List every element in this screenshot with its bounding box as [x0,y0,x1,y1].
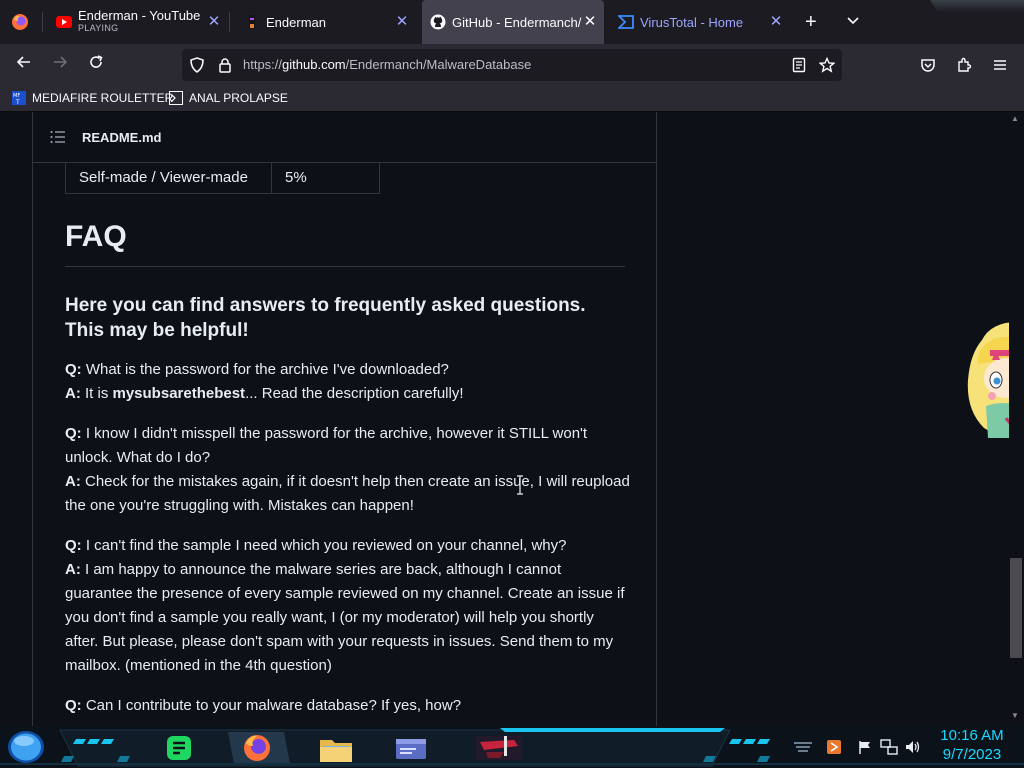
github-page-content: README.md Self-made / Viewer-made 5% FAQ… [0,112,1024,726]
os-taskbar: 10:16 AM 9/7/2023 [0,726,1024,768]
firefox-icon [244,735,270,761]
scroll-down-arrow-icon[interactable]: ▼ [1011,711,1019,720]
pocket-icon[interactable] [920,57,936,73]
arrow-right-icon [54,56,68,68]
readme-filename[interactable]: README.md [82,130,161,145]
taskbar-app-notes[interactable] [164,734,194,762]
taskbar-app-firefox[interactable] [240,732,274,764]
faq-answer: A: I am happy to announce the malware se… [65,561,625,674]
bookmark-star-icon[interactable] [819,57,835,73]
readme-panel: README.md Self-made / Viewer-made 5% FAQ… [32,112,657,726]
game-icon [476,736,522,760]
network-icon[interactable] [880,739,898,755]
taskbar-clock[interactable]: 10:16 AM 9/7/2023 [934,727,1010,765]
scrollbar-thumb[interactable] [1010,558,1022,658]
tracking-protection-shield-icon[interactable] [189,57,205,73]
clock-time: 10:16 AM [940,727,1004,744]
tab-github[interactable]: GitHub - Endermanch/M ✕ [422,0,604,44]
enderman-icon [249,15,255,29]
bookmark-label: ANAL PROLAPSE [189,91,288,105]
faq-heading: FAQ [65,220,127,253]
reload-button[interactable] [83,53,109,77]
table-row: Self-made / Viewer-made 5% [65,163,380,194]
clock-date: 9/7/2023 [942,746,1002,763]
tab-title: Enderman [266,14,326,30]
bookmark-mediafire-rouletter[interactable]: MF T MEDIAFIRE ROULETTER [12,91,173,105]
taskbar-app-file-explorer[interactable] [318,734,354,764]
close-tab-icon[interactable]: ✕ [768,14,784,30]
reader-view-icon[interactable] [791,57,807,73]
navigation-toolbar: https://github.com/Endermanch/MalwareDat… [0,44,1024,86]
faq-question: Q: What is the password for the archive … [65,361,449,378]
bookmark-anal-prolapse[interactable]: ANAL PROLAPSE [169,91,288,105]
mediafire-icon: MFT [12,91,26,105]
contribution-table: Self-made / Viewer-made 5% [65,163,380,194]
url-text[interactable]: https://github.com/Endermanch/MalwareDat… [243,57,531,72]
taskbar-app-game[interactable] [474,732,524,764]
back-button[interactable] [11,53,37,77]
url-host: github.com [282,57,346,72]
start-button[interactable] [7,730,45,764]
faq-item: Q: Can I contribute to your malware data… [65,694,630,718]
faq-answer: A: It is mysubsarethebest... Read the de… [65,385,464,402]
bookmark-label: MEDIAFIRE ROULETTER [32,91,174,105]
tab-strip: Enderman - YouTube PLAYING ✕ Enderman ✕ … [0,0,1024,44]
file-explorer-icon [320,740,352,762]
tab-title: VirusTotal - Home [640,14,744,30]
extensions-icon[interactable] [956,57,972,73]
youtube-icon [56,16,72,28]
faq-item: Q: I know I didn't misspell the password… [65,422,630,518]
scroll-up-arrow-icon[interactable]: ▲ [1011,114,1019,123]
faq-item: Q: I can't find the sample I need which … [65,534,630,678]
window-icon [396,739,426,759]
faq-question: Q: I can't find the sample I need which … [65,537,567,554]
virustotal-icon [618,15,634,29]
forward-button[interactable] [47,53,73,77]
show-hidden-icons-icon[interactable] [792,740,814,754]
url-bar[interactable]: https://github.com/Endermanch/MalwareDat… [182,49,842,81]
arrow-left-icon [16,56,30,68]
url-path: /Endermanch/MalwareDatabase [345,57,532,72]
tab-youtube[interactable]: Enderman - YouTube PLAYING ✕ [48,0,228,44]
text-cursor-icon [517,475,523,495]
heading-divider [65,266,625,267]
firefox-logo-icon[interactable] [11,13,29,31]
faq-question: Q: I know I didn't misspell the password… [65,425,588,466]
faq-question: Q: Can I contribute to your malware data… [65,697,462,714]
window-frame-decoration [930,0,1024,12]
hamburger-menu-icon[interactable] [992,57,1008,73]
faq-item: Q: What is the password for the archive … [65,358,630,406]
chevron-down-icon [847,17,859,25]
start-orb-icon [8,731,44,763]
taskbar-app-window[interactable] [394,734,428,764]
new-tab-button[interactable]: + [805,12,817,32]
action-center-flag-icon[interactable] [857,739,873,755]
tab-virustotal[interactable]: VirusTotal - Home ✕ [610,0,790,44]
volume-icon[interactable] [904,739,922,755]
notes-icon [167,736,191,760]
svg-text:T: T [15,99,20,105]
faq-intro: Here you can find answers to frequently … [65,295,586,341]
table-cell-label: Self-made / Viewer-made [65,163,272,194]
close-tab-icon[interactable]: ✕ [206,14,222,30]
readme-header: README.md [33,112,656,163]
app-tray-icon[interactable] [826,739,842,755]
tab-enderman[interactable]: Enderman ✕ [236,0,416,44]
url-scheme: https:// [243,57,283,72]
faq-answer: A: Check for the mistakes again, if it d… [65,473,630,514]
bookmarks-toolbar: MF T MEDIAFIRE ROULETTER ANAL PROLAPSE [0,86,1024,112]
github-icon [430,14,446,30]
tab-title: GitHub - Endermanch/M [452,14,582,30]
outline-list-icon[interactable] [50,130,66,144]
table-cell-value: 5% [271,163,380,194]
terminal-icon [169,91,183,105]
list-all-tabs-button[interactable] [845,12,861,33]
lock-icon[interactable] [217,57,233,73]
close-tab-icon[interactable]: ✕ [582,14,598,30]
tab-playing-label: PLAYING [78,23,119,33]
reload-icon [90,55,103,68]
tab-title: Enderman - YouTube [78,9,201,22]
close-tab-icon[interactable]: ✕ [394,14,410,30]
